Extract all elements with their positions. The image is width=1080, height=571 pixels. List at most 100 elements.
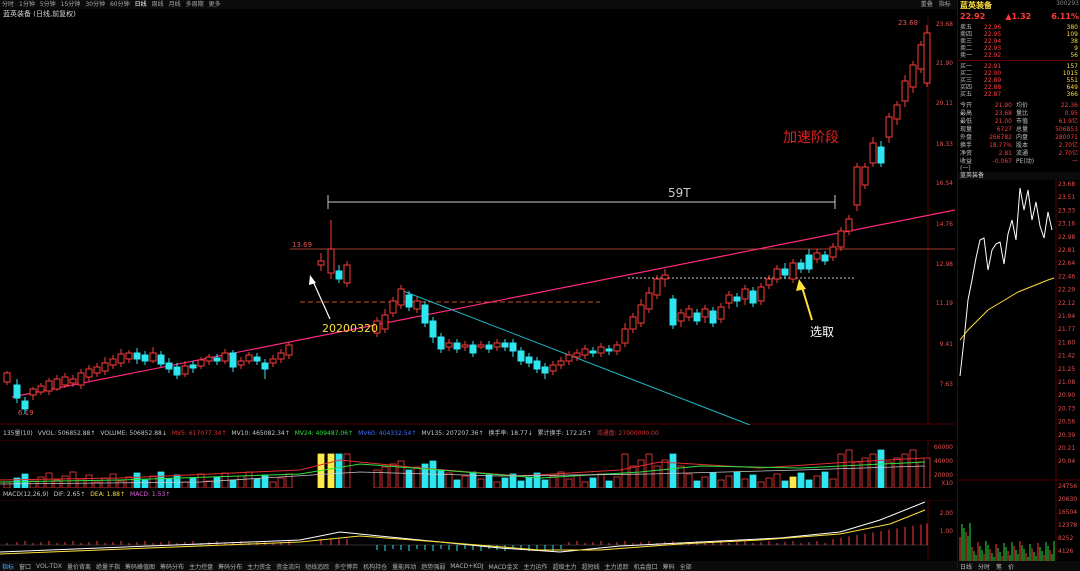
toolbar-item[interactable]: 重叠	[921, 1, 933, 8]
candle-body	[45, 380, 53, 392]
intraday-tick-label: 21.94	[1058, 313, 1075, 320]
candle-body	[181, 365, 189, 375]
period-tab[interactable]: 分时	[2, 1, 14, 8]
indicator-tab[interactable]: 绝量子指	[96, 562, 120, 571]
volume-chart[interactable]	[0, 440, 955, 488]
indicator-tab[interactable]: 主力追踪	[605, 562, 629, 571]
intraday-price-line	[959, 187, 1053, 377]
volume-bar	[789, 476, 797, 488]
candle-body	[909, 64, 917, 88]
period-tab[interactable]: 周线	[152, 1, 164, 8]
candle-body	[853, 166, 861, 206]
indicator-tab[interactable]: 趋势强弱	[421, 562, 445, 571]
indicator-tab[interactable]: 筹码	[663, 562, 675, 571]
indicator-tab[interactable]: 主力控盘	[189, 562, 213, 571]
quote-footer-tab[interactable]: 分时	[978, 562, 990, 571]
period-tab[interactable]: 多周期	[186, 1, 204, 8]
indicator-tab[interactable]: 资金流向	[276, 562, 300, 571]
indicator-tab[interactable]: 短线追踪	[305, 562, 329, 571]
volume-tick-label: 40000	[933, 458, 953, 465]
quote-footer-tab[interactable]: 日线	[960, 562, 972, 571]
indicator-tab[interactable]: 多空博弈	[334, 562, 358, 571]
candle-body	[3, 372, 11, 383]
period-tab[interactable]: 15分钟	[61, 1, 81, 8]
indicator-tab[interactable]: 量价背离	[67, 562, 91, 571]
candle-body	[701, 308, 709, 318]
ask-row: 卖三 22.94 38	[960, 38, 1078, 45]
stat-row: 净资 2.81 流通 2.70亿	[960, 150, 1078, 157]
candle-body	[21, 400, 29, 410]
indicator-tab[interactable]: 机会盘口	[634, 562, 658, 571]
bid-price: 22.88	[984, 84, 1002, 91]
stat-value: 21.90	[994, 102, 1012, 109]
candle-body	[237, 360, 245, 366]
stat-key: 收益(一)	[960, 158, 973, 172]
indicator-tab[interactable]: 筹码峰值图	[125, 562, 155, 571]
ask-row: 卖四 22.95 109	[960, 31, 1078, 38]
bid-volume: 157	[1066, 63, 1078, 70]
indicator-tab[interactable]: MACD+KDJ	[450, 563, 483, 570]
bid-row: 买一 22.91 157	[960, 63, 1078, 70]
volume-bar	[149, 475, 157, 488]
volume-bar	[829, 478, 837, 488]
volume-bar	[261, 474, 269, 488]
indicator-tab[interactable]: 全部	[680, 562, 692, 571]
candle-body	[677, 312, 685, 322]
period-tab[interactable]: 更多	[209, 1, 221, 8]
volume-bar	[37, 476, 45, 488]
intraday-tick-label: 20.56	[1058, 419, 1075, 426]
indicator-tab[interactable]: 量能异动	[392, 562, 416, 571]
period-tab[interactable]: 60分钟	[110, 1, 130, 8]
indicator-tab[interactable]: 指标	[2, 562, 14, 571]
indicator-tab[interactable]: 超级主力	[553, 562, 577, 571]
candle-body	[317, 260, 325, 266]
volume-bar	[717, 479, 725, 488]
toolbar-item[interactable]: 指标	[939, 1, 951, 8]
candle-body	[725, 294, 733, 304]
period-tab[interactable]: 月线	[169, 1, 181, 8]
rising-trendline	[11, 209, 955, 398]
period-tab[interactable]: 1分钟	[19, 1, 35, 8]
indicator-tab[interactable]: 窗口	[19, 562, 31, 571]
stat-key: 最高	[960, 110, 973, 117]
candle-body	[61, 376, 69, 386]
candle-body	[165, 362, 173, 370]
volume-bar	[845, 449, 853, 488]
volume-bar	[621, 453, 629, 488]
candle-body	[173, 366, 181, 376]
indicator-tab[interactable]: 筹码分布	[160, 562, 184, 571]
ask-label: 卖一	[960, 52, 973, 59]
quote-footer-tab[interactable]: 笔	[996, 562, 1002, 571]
candlestick-chart[interactable]: 13.69 23.68 6.19	[0, 17, 955, 425]
indicator-tab[interactable]: 筹码分布	[218, 562, 242, 571]
ask-label: 卖二	[960, 45, 973, 52]
indicator-tab[interactable]: 主力运作	[524, 562, 548, 571]
stat-value: 266782	[989, 134, 1012, 141]
macd-chart[interactable]	[0, 500, 955, 559]
indicator-tab[interactable]: MACD金叉	[489, 562, 519, 571]
candle-body	[109, 358, 117, 366]
volume-bar	[557, 471, 565, 488]
quote-footer-tab[interactable]: 价	[1008, 562, 1014, 571]
high-label: 23.68	[898, 19, 918, 27]
intraday-tick-label: 22.12	[1058, 300, 1075, 307]
candle-body	[629, 316, 637, 330]
volume-bar	[437, 469, 445, 488]
volume-bar	[469, 471, 477, 488]
intraday-tick-label: 21.08	[1058, 379, 1075, 386]
intraday-tick-label: 22.81	[1058, 247, 1075, 254]
period-tab[interactable]: 日线	[135, 1, 147, 8]
stat-value: 18.77%	[989, 142, 1012, 149]
candle-body	[245, 354, 253, 362]
indicator-tab[interactable]: VOL-TDX	[36, 563, 62, 570]
macd-tick-label: 2.00	[939, 510, 953, 517]
candle-body	[189, 364, 197, 369]
volume-bar	[165, 478, 173, 488]
indicator-tab[interactable]: 主力资金	[247, 562, 271, 571]
indicator-tab[interactable]: 超短线	[582, 562, 600, 571]
period-tab[interactable]: 5分钟	[40, 1, 56, 8]
indicator-tab[interactable]: 机构持仓	[363, 562, 387, 571]
bid-volume: 1015	[1062, 70, 1078, 77]
intraday-chart[interactable]: 23.68 23.51 23.33 23.16 22.98 22.81 22.64 22.46…	[958, 180, 1080, 561]
period-tab[interactable]: 30分钟	[85, 1, 105, 8]
